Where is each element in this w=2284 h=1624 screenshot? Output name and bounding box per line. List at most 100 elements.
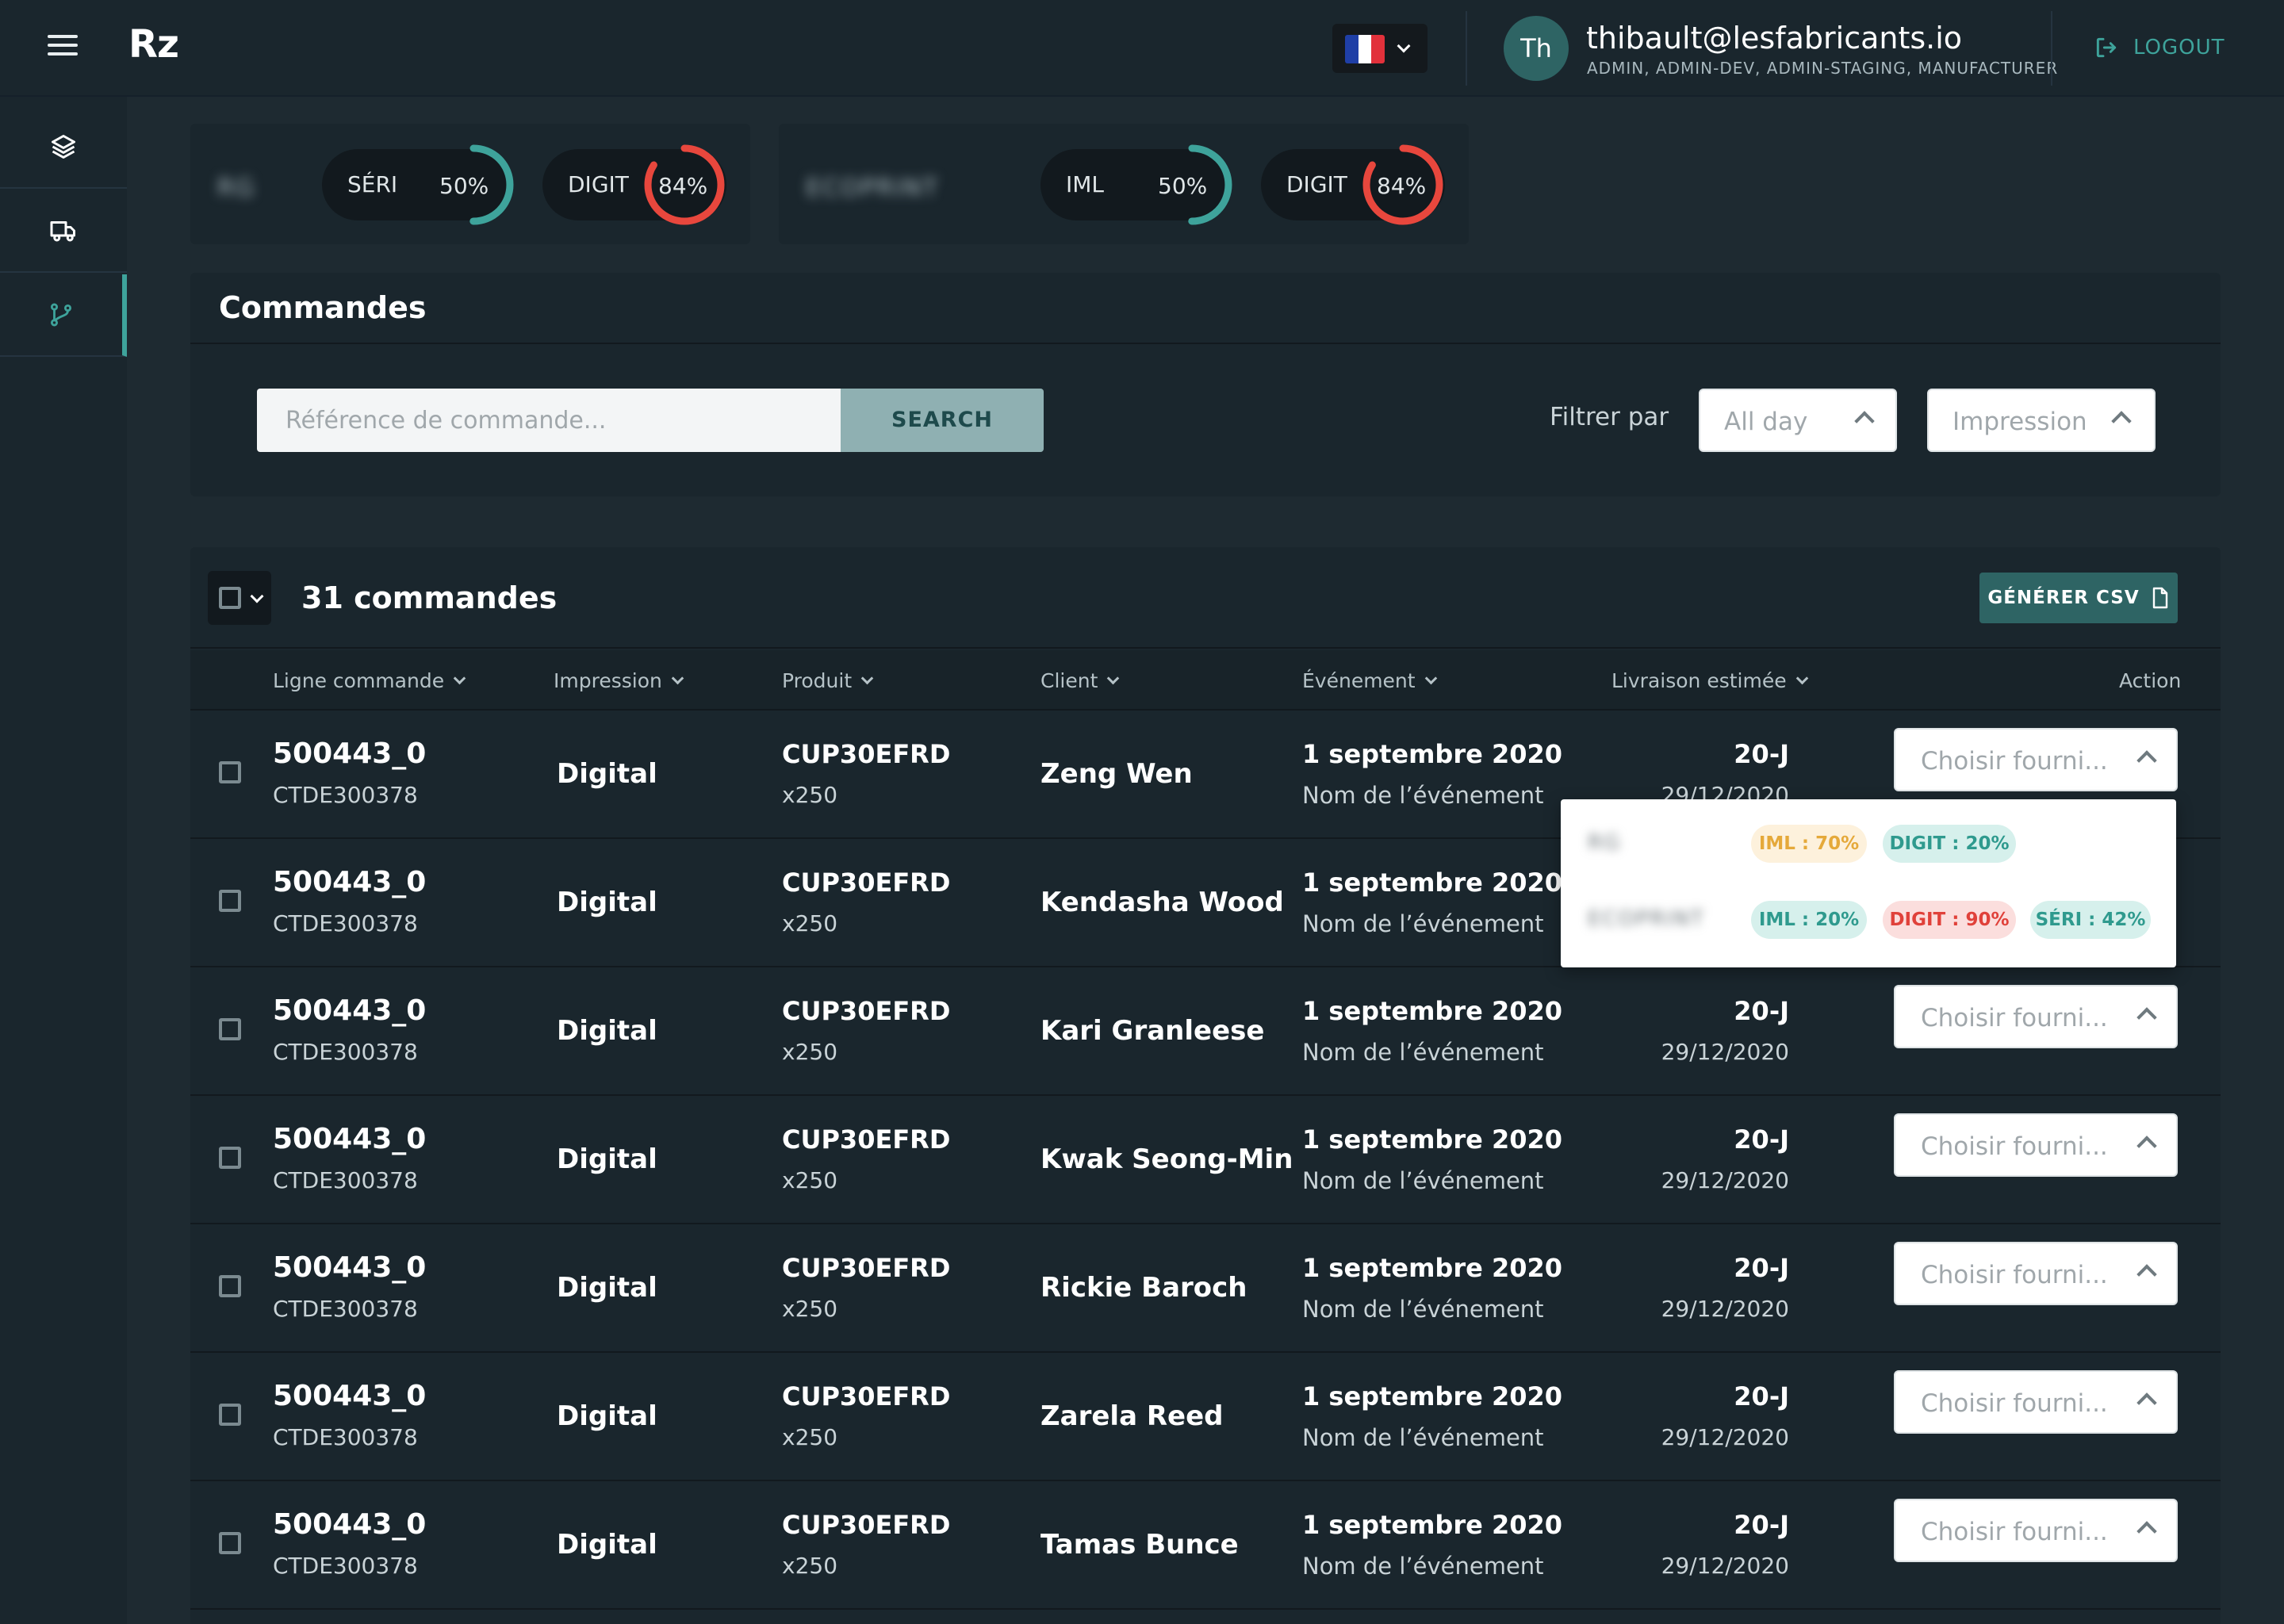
column-header-impression[interactable]: Impression <box>554 669 684 692</box>
supplier-select[interactable]: Choisir fourni... <box>1894 1370 2178 1434</box>
sidebar-item-products[interactable] <box>0 106 127 189</box>
divider <box>1466 11 1467 86</box>
event-name: Nom de l’événement <box>1302 1039 1544 1066</box>
supplier-select[interactable]: Choisir fourni... <box>1894 1113 2178 1177</box>
chevron-down-icon <box>1397 39 1411 53</box>
impression-type: Digital <box>557 1143 657 1175</box>
order-line-ref: 500443_0 <box>273 1380 427 1412</box>
chevron-up-icon <box>2136 750 2157 771</box>
row-checkbox[interactable] <box>219 1275 241 1297</box>
row-checkbox[interactable] <box>219 1532 241 1554</box>
event-name: Nom de l’événement <box>1302 910 1544 937</box>
order-code: CTDE300378 <box>273 910 418 936</box>
supplier-select[interactable]: Choisir fourni... <box>1894 1499 2178 1562</box>
product-quantity: x250 <box>782 1296 838 1322</box>
column-label: Impression <box>554 669 662 692</box>
chevron-down-icon <box>860 672 874 685</box>
order-code: CTDE300378 <box>273 1553 418 1579</box>
order-code: CTDE300378 <box>273 1039 418 1065</box>
progress-ring-arc <box>1362 144 1443 225</box>
git-branch-icon <box>50 303 72 327</box>
table-row[interactable]: 500443_0 CTDE300378 Digital CUP30EFRD x2… <box>190 967 2221 1096</box>
supplier-name: ECOPRINT <box>806 174 940 202</box>
impression-type: Digital <box>557 1400 657 1432</box>
row-checkbox[interactable] <box>219 1018 241 1040</box>
sidebar <box>0 97 127 1624</box>
event-date: 1 septembre 2020 <box>1302 1253 1562 1283</box>
row-checkbox[interactable] <box>219 1147 241 1169</box>
sidebar-item-orders[interactable] <box>0 274 127 357</box>
row-checkbox[interactable] <box>219 890 241 912</box>
supplier-option-name: RG <box>1588 831 1622 855</box>
generate-csv-button[interactable]: GÉNÉRER CSV <box>1979 573 2178 623</box>
impression-type: Digital <box>557 1272 657 1304</box>
client-name: Zeng Wen <box>1040 758 1193 790</box>
period-filter-select[interactable]: All day <box>1699 389 1897 452</box>
column-header-product[interactable]: Produit <box>782 669 874 692</box>
sidebar-item-delivery[interactable] <box>0 190 127 273</box>
supplier-select-placeholder: Choisir fourni... <box>1921 1518 2108 1546</box>
language-selector[interactable] <box>1332 24 1428 73</box>
stat-pill: IML 50% <box>1040 144 1232 225</box>
table-row[interactable]: 500443_0 CTDE300378 Digital CUP30EFRD x2… <box>190 1481 2221 1610</box>
app-logo[interactable]: Rz <box>128 22 179 67</box>
delivery-countdown: 20-J <box>1734 1253 1789 1283</box>
delivery-countdown: 20-J <box>1734 739 1789 769</box>
logout-button[interactable]: LOGOUT <box>2094 30 2225 65</box>
chevron-down-icon <box>1107 672 1120 685</box>
chevron-down-icon <box>250 589 264 603</box>
delivery-date: 29/12/2020 <box>1661 1167 1789 1193</box>
table-row[interactable]: 500443_0 CTDE300378 Digital CUP30EFRD x2… <box>190 1224 2221 1353</box>
client-name: Zarela Reed <box>1040 1400 1224 1432</box>
supplier-select[interactable]: Choisir fourni... <box>1894 985 2178 1048</box>
capacity-tag: DIGIT : 90% <box>1883 901 2016 939</box>
chevron-down-icon <box>1795 672 1808 685</box>
product-quantity: x250 <box>782 1553 838 1579</box>
column-header-order-line[interactable]: Ligne commande <box>273 669 466 692</box>
select-all-checkbox[interactable] <box>219 587 241 609</box>
progress-ring <box>644 144 725 225</box>
chevron-down-icon <box>453 672 466 685</box>
capacity-tag: DIGIT : 20% <box>1883 825 2016 863</box>
logout-label: LOGOUT <box>2133 36 2225 59</box>
progress-ring-arc <box>433 144 514 225</box>
column-header-event[interactable]: Événement <box>1302 669 1437 692</box>
order-line-ref: 500443_0 <box>273 994 427 1027</box>
user-email: thibault@lesfabricants.io <box>1586 21 1963 56</box>
stat-pill: DIGIT 84% <box>1261 144 1445 225</box>
event-date: 1 septembre 2020 <box>1302 1124 1562 1155</box>
divider <box>190 343 2221 344</box>
chevron-up-icon <box>1854 411 1875 431</box>
column-label: Produit <box>782 669 853 692</box>
event-name: Nom de l’événement <box>1302 1296 1544 1323</box>
row-checkbox[interactable] <box>219 1404 241 1426</box>
table-row[interactable]: 500443_0 CTDE300378 Digital CUP30EFRD x2… <box>190 1096 2221 1224</box>
stat-pill: SÉRI 50% <box>322 144 514 225</box>
bulk-select[interactable] <box>208 571 271 625</box>
column-header-delivery[interactable]: Livraison estimée <box>1611 669 1808 692</box>
search-input[interactable] <box>257 389 844 452</box>
supplier-select-placeholder: Choisir fourni... <box>1921 1132 2108 1161</box>
impression-filter-select[interactable]: Impression <box>1927 389 2156 452</box>
column-header-client[interactable]: Client <box>1040 669 1120 692</box>
supplier-select[interactable]: Choisir fourni... <box>1894 728 2178 791</box>
event-name: Nom de l’événement <box>1302 782 1544 809</box>
period-filter-value: All day <box>1724 408 1808 436</box>
layers-icon <box>52 135 75 159</box>
table-row[interactable]: 500443_0 CTDE300378 Digital CUP30EFRD x2… <box>190 1353 2221 1481</box>
order-code: CTDE300378 <box>273 1167 418 1193</box>
avatar[interactable]: Th <box>1504 16 1569 81</box>
order-line-ref: 500443_0 <box>273 1251 427 1284</box>
product-quantity: x250 <box>782 1167 838 1193</box>
hamburger-menu-icon[interactable] <box>48 35 78 59</box>
orders-table: 31 commandes GÉNÉRER CSV Ligne commande … <box>190 547 2221 1624</box>
client-name: Kwak Seong-Min <box>1040 1143 1293 1175</box>
order-line-ref: 500443_0 <box>273 1123 427 1155</box>
search-button[interactable]: SEARCH <box>841 389 1044 452</box>
orders-count: 31 commandes <box>301 580 558 615</box>
orders-search-panel: Commandes SEARCH Filtrer par All day Imp… <box>190 273 2221 496</box>
row-checkbox[interactable] <box>219 761 241 783</box>
product-code: CUP30EFRD <box>782 1253 951 1283</box>
supplier-select[interactable]: Choisir fourni... <box>1894 1242 2178 1305</box>
file-icon <box>2152 587 2167 609</box>
